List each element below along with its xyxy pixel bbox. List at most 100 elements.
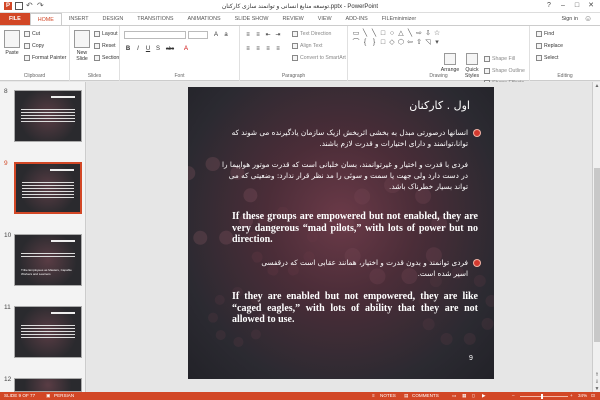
triangle-shape-icon[interactable]: △: [397, 30, 405, 38]
bold-button[interactable]: B: [124, 45, 132, 53]
grow-font-icon[interactable]: A: [212, 31, 220, 39]
bullets-icon[interactable]: ≡: [244, 31, 252, 39]
slide-title[interactable]: اول . کارکنان: [409, 99, 470, 112]
notes-button[interactable]: NOTES: [380, 392, 396, 400]
sign-in-link[interactable]: Sign in: [562, 13, 578, 25]
line-shape-icon[interactable]: ╲: [361, 30, 369, 38]
scrollbar-thumb[interactable]: [594, 168, 600, 342]
slide-sorter-icon[interactable]: ▦: [462, 392, 466, 400]
slide-thumbnail[interactable]: [14, 90, 82, 142]
callout-shape-icon[interactable]: ◹: [424, 39, 432, 47]
slide-thumbnail[interactable]: [14, 378, 82, 392]
tab-slide-show[interactable]: SLIDE SHOW: [228, 13, 276, 25]
close-button[interactable]: ✕: [584, 0, 598, 12]
comments-button[interactable]: COMMENTS: [412, 392, 439, 400]
arrow-shape-icon[interactable]: ⇦: [406, 39, 414, 47]
slide-thumbnail[interactable]: Tribe Employees as Masters, Capable Work…: [14, 234, 82, 286]
bracket-shape-icon[interactable]: {: [361, 39, 369, 47]
user-icon[interactable]: ☺: [584, 15, 592, 23]
language-indicator[interactable]: PERSIAN: [54, 392, 74, 400]
maximize-button[interactable]: □: [570, 0, 584, 12]
curve-shape-icon[interactable]: ⌒: [352, 39, 360, 47]
diamond-shape-icon[interactable]: ◇: [388, 39, 396, 47]
rectangle-shape-icon[interactable]: □: [379, 30, 387, 38]
tab-transitions[interactable]: TRANSITIONS: [130, 13, 180, 25]
arrow-shape-icon[interactable]: ⇩: [424, 30, 432, 38]
minimize-button[interactable]: –: [556, 0, 570, 12]
format-painter-button[interactable]: Format Painter: [24, 55, 66, 61]
shadow-button[interactable]: S: [154, 45, 162, 53]
english-paragraph-1[interactable]: If these groups are empowered but not en…: [232, 211, 478, 246]
notes-icon[interactable]: ≡: [372, 392, 375, 400]
slide-thumbnail[interactable]: [14, 306, 82, 358]
textbox-shape-icon[interactable]: ▭: [352, 30, 360, 38]
star-shape-icon[interactable]: ☆: [433, 30, 441, 38]
italic-button[interactable]: I: [134, 45, 142, 53]
find-button[interactable]: Find: [536, 31, 554, 37]
slide-thumbnail-selected[interactable]: [14, 162, 82, 214]
hexagon-shape-icon[interactable]: ⬡: [397, 39, 405, 47]
slide-thumbnail-pane[interactable]: 8 9 10 Tribe Employees as Masters, Capab…: [0, 82, 86, 392]
underline-button[interactable]: U: [144, 45, 152, 53]
tab-view[interactable]: VIEW: [311, 13, 339, 25]
align-right-icon[interactable]: ≡: [264, 45, 272, 53]
oval-shape-icon[interactable]: ○: [388, 30, 396, 38]
line-shape-icon[interactable]: ╲: [406, 30, 414, 38]
farsi-paragraph-2[interactable]: فردی با قدرت و اختیار و غیرتوانمند، بسان…: [216, 159, 468, 192]
slideshow-icon[interactable]: ▶: [482, 392, 486, 400]
tab-file[interactable]: FILE: [0, 13, 30, 25]
bracket-shape-icon[interactable]: }: [370, 39, 378, 47]
tab-review[interactable]: REVIEW: [275, 13, 310, 25]
strikethrough-button[interactable]: abc: [164, 45, 176, 53]
arrange-button[interactable]: Arrange: [440, 53, 460, 73]
new-slide-button[interactable]: New Slide: [72, 30, 92, 62]
shrink-font-icon[interactable]: a: [222, 31, 230, 39]
select-button[interactable]: Select: [536, 55, 558, 61]
comments-icon[interactable]: ▤: [404, 392, 408, 400]
align-center-icon[interactable]: ≡: [254, 45, 262, 53]
next-slide-icon[interactable]: ⇓: [593, 379, 600, 385]
cut-button[interactable]: Cut: [24, 31, 40, 37]
tab-design[interactable]: DESIGN: [96, 13, 131, 25]
shapes-gallery[interactable]: ▭ ╲ ╲ □ ○ △ ╲ ⇨ ⇩ ☆ ⌒ { } □ ◇ ⬡ ⇦ ⇧ ◹ ▾: [352, 30, 441, 60]
vertical-scrollbar[interactable]: ▲ ⇑ ⇓ ▼: [592, 82, 600, 392]
font-color-icon[interactable]: A: [182, 45, 190, 53]
help-button[interactable]: ?: [542, 0, 556, 12]
text-direction-button[interactable]: Text Direction: [292, 31, 331, 37]
tab-animations[interactable]: ANIMATIONS: [180, 13, 227, 25]
decrease-indent-icon[interactable]: ⇤: [264, 31, 272, 39]
fit-to-window-icon[interactable]: ⊡: [591, 392, 595, 400]
normal-view-icon[interactable]: ▭: [452, 392, 456, 400]
zoom-slider-handle[interactable]: [541, 393, 543, 399]
justify-icon[interactable]: ≡: [274, 45, 282, 53]
square-shape-icon[interactable]: □: [379, 39, 387, 47]
convert-smartart-button[interactable]: Convert to SmartArt: [292, 55, 346, 61]
scroll-up-icon[interactable]: ▲: [593, 83, 600, 89]
shape-fill-button[interactable]: Shape Fill: [484, 56, 515, 62]
farsi-paragraph-3[interactable]: فردی توانمند و بدون قدرت و اختیار، همانن…: [248, 257, 468, 279]
tab-home[interactable]: HOME: [29, 13, 62, 25]
reading-view-icon[interactable]: ▯: [472, 392, 475, 400]
copy-button[interactable]: Copy: [24, 43, 44, 49]
layout-button[interactable]: Layout: [94, 31, 118, 37]
paste-button[interactable]: Paste: [2, 30, 22, 56]
slide-canvas[interactable]: اول . کارکنان انسانها درصورتی مبدل به بخ…: [188, 87, 494, 379]
line-shape-icon[interactable]: ╲: [370, 30, 378, 38]
farsi-paragraph-1[interactable]: انسانها درصورتی مبدل به بخشی اثربخش ازیک…: [202, 127, 468, 149]
font-size-box[interactable]: [188, 31, 208, 39]
zoom-slider[interactable]: [520, 395, 568, 397]
tab-insert[interactable]: INSERT: [62, 13, 96, 25]
section-button[interactable]: Section: [94, 55, 119, 61]
more-shapes-icon[interactable]: ▾: [433, 39, 441, 47]
spelling-icon[interactable]: ▣: [46, 392, 50, 400]
replace-button[interactable]: Replace: [536, 43, 563, 49]
reset-button[interactable]: Reset: [94, 43, 116, 49]
english-paragraph-2[interactable]: If they are enabled but not empowered, t…: [232, 291, 478, 326]
shape-outline-button[interactable]: Shape Outline: [484, 68, 525, 74]
tab-add-ins[interactable]: ADD-INS: [339, 13, 375, 25]
numbering-icon[interactable]: ≡: [254, 31, 262, 39]
arrow-shape-icon[interactable]: ⇨: [415, 30, 423, 38]
zoom-in-icon[interactable]: +: [570, 392, 573, 400]
quick-styles-button[interactable]: Quick Styles: [462, 53, 482, 79]
increase-indent-icon[interactable]: ⇥: [274, 31, 282, 39]
